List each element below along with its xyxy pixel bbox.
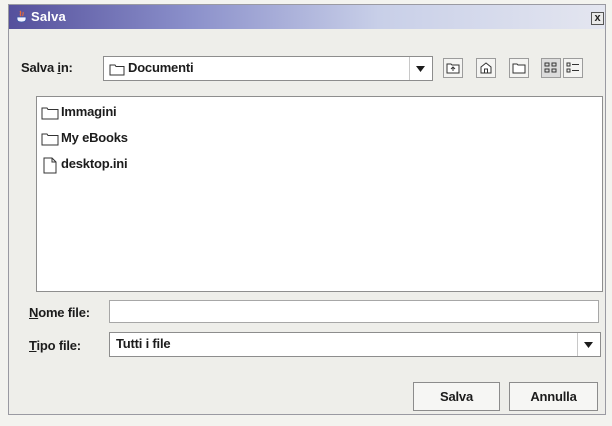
list-view-icon xyxy=(544,62,557,73)
folder-icon xyxy=(109,64,125,76)
folder-icon xyxy=(41,107,59,120)
save-button[interactable]: Salva xyxy=(413,382,500,411)
window-title: Salva xyxy=(31,9,66,24)
java-cup-icon xyxy=(16,10,27,23)
save-in-dropdown[interactable] xyxy=(409,57,432,80)
save-in-value: Documenti xyxy=(128,60,194,75)
folder-icon xyxy=(41,133,59,146)
details-view-button[interactable] xyxy=(563,58,583,78)
cancel-button[interactable]: Annulla xyxy=(509,382,598,411)
home-icon xyxy=(480,62,492,74)
list-view-button[interactable] xyxy=(541,58,561,78)
filetype-label: Tipo file: xyxy=(29,338,81,353)
close-button[interactable]: x xyxy=(591,12,604,25)
home-button[interactable] xyxy=(476,58,496,78)
filetype-dropdown[interactable] xyxy=(577,333,600,356)
filetype-combo[interactable]: Tutti i file xyxy=(109,332,601,357)
chevron-down-icon xyxy=(584,341,593,348)
chevron-down-icon xyxy=(416,65,425,72)
file-name: desktop.ini xyxy=(61,156,128,171)
file-name: My eBooks xyxy=(61,130,128,145)
close-icon: x xyxy=(594,12,601,24)
title-bar[interactable]: Salva x xyxy=(9,5,605,29)
file-icon xyxy=(43,157,57,174)
save-in-label: Salva in: xyxy=(21,60,73,75)
details-view-icon xyxy=(566,62,579,73)
new-folder-icon xyxy=(512,63,526,74)
filename-label: Nome file: xyxy=(29,305,90,320)
new-folder-button[interactable] xyxy=(509,58,529,78)
save-in-combo[interactable]: Documenti xyxy=(103,56,433,81)
up-one-level-icon xyxy=(446,63,460,74)
file-list[interactable]: Immagini My eBooks desktop.ini xyxy=(36,96,603,292)
file-name: Immagini xyxy=(61,104,117,119)
save-dialog: Salva x Salva in: Documenti Immagini My … xyxy=(8,4,606,415)
filename-field[interactable] xyxy=(109,300,599,323)
filetype-value: Tutti i file xyxy=(116,336,171,351)
up-one-level-button[interactable] xyxy=(443,58,463,78)
